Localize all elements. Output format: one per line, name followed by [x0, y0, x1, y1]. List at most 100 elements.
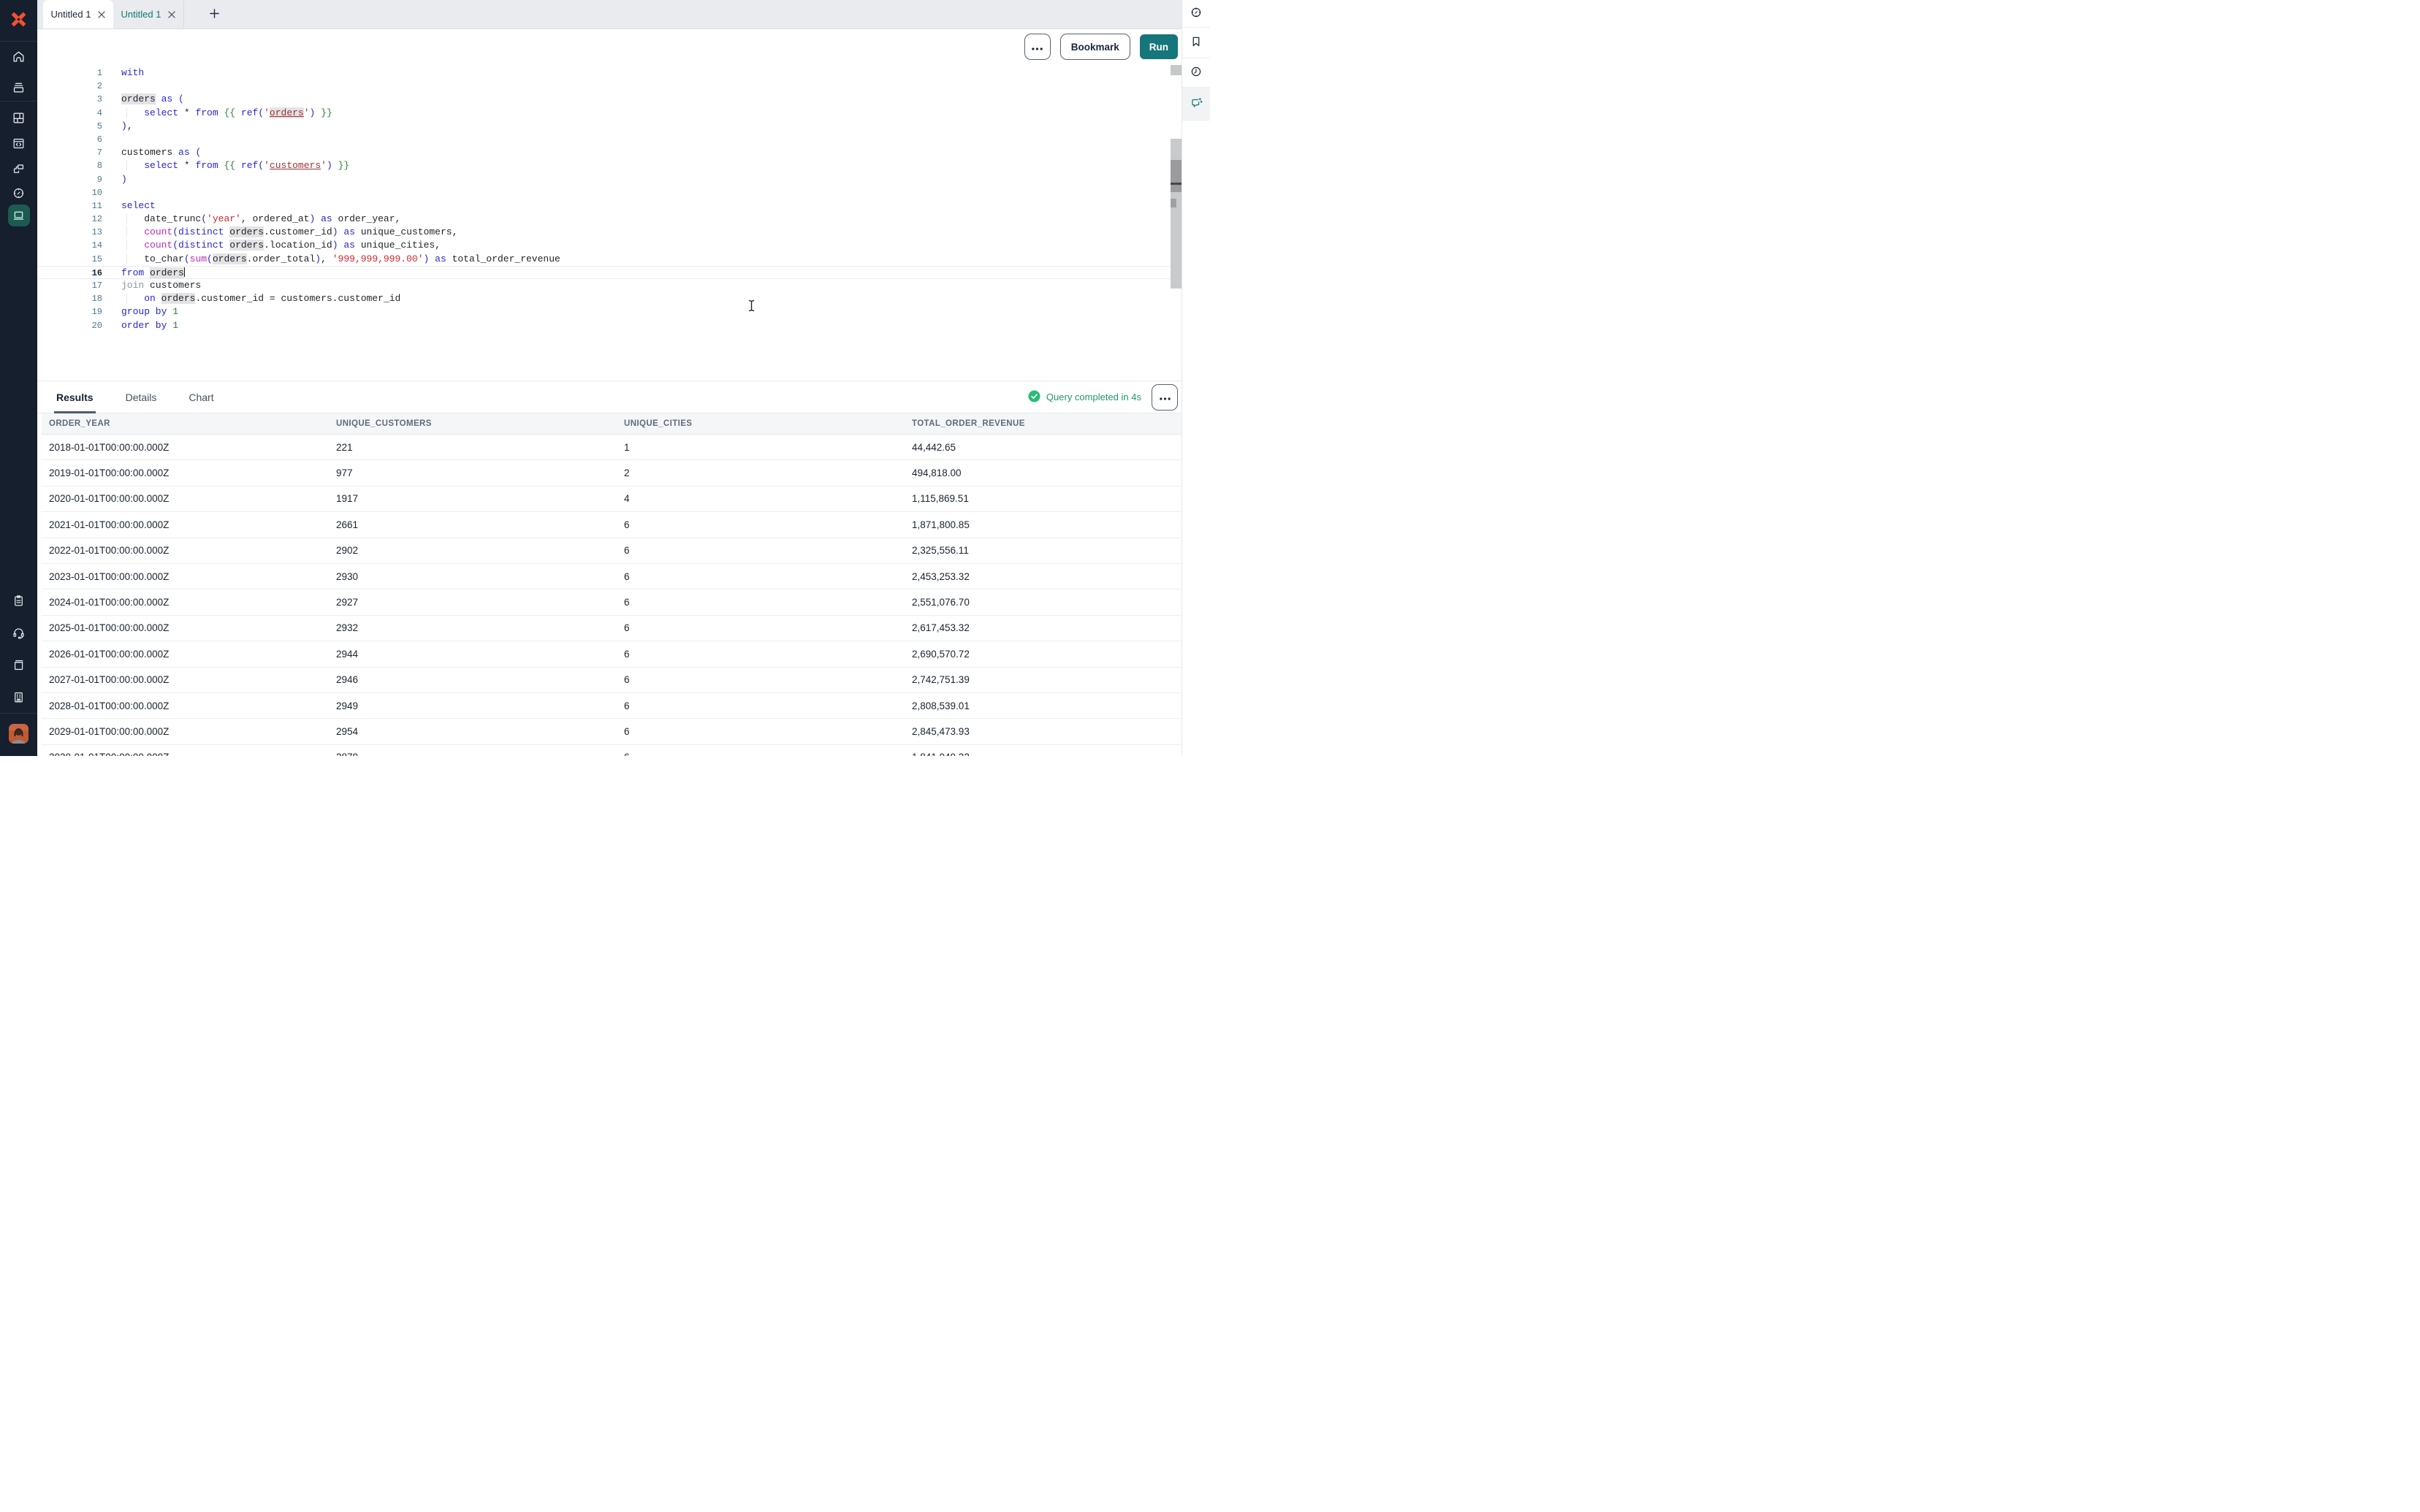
table-cell[interactable]: 2,742,751.39: [905, 674, 1182, 685]
code-line[interactable]: 20order by 1: [37, 319, 1182, 332]
sidebar-support-button[interactable]: [0, 620, 37, 645]
tab-untitled-1[interactable]: Untitled 1: [43, 0, 113, 28]
table-row[interactable]: 2026-01-01T00:00:00.000Z294462,690,570.7…: [42, 641, 1182, 667]
table-cell[interactable]: 2027-01-01T00:00:00.000Z: [42, 674, 329, 685]
explore-panel-button[interactable]: [1182, 0, 1210, 28]
table-cell[interactable]: 6: [617, 571, 905, 582]
table-row[interactable]: 2022-01-01T00:00:00.000Z290262,325,556.1…: [42, 538, 1182, 564]
table-cell[interactable]: 2025-01-01T00:00:00.000Z: [42, 622, 329, 633]
code-line[interactable]: 18 on orders.customer_id = customers.cus…: [37, 292, 1182, 305]
table-cell[interactable]: 44,442.65: [905, 442, 1182, 453]
table-row[interactable]: 2019-01-01T00:00:00.000Z9772494,818.00: [42, 460, 1182, 486]
table-cell[interactable]: 2930: [329, 571, 617, 582]
table-cell[interactable]: 6: [617, 519, 905, 530]
magic-comments-panel-button[interactable]: [1182, 88, 1210, 121]
sidebar-explore-button[interactable]: [0, 180, 37, 205]
table-row[interactable]: 2030-01-01T00:00:00.000Z287961,841,049.3…: [42, 745, 1182, 756]
code-line[interactable]: 13 count(distinct orders.customer_id) as…: [37, 226, 1182, 239]
table-cell[interactable]: 6: [617, 649, 905, 660]
table-row[interactable]: 2020-01-01T00:00:00.000Z191741,115,869.5…: [42, 486, 1182, 512]
more-options-button[interactable]: [1024, 34, 1051, 60]
table-row[interactable]: 2024-01-01T00:00:00.000Z292762,551,076.7…: [42, 589, 1182, 615]
editor-scrollbar[interactable]: [1171, 139, 1182, 289]
sidebar-components-button[interactable]: [0, 156, 37, 181]
history-panel-button[interactable]: [1182, 58, 1210, 88]
sidebar-workspace-button[interactable]: [0, 684, 37, 709]
column-header[interactable]: UNIQUE_CITIES: [617, 419, 905, 428]
code-line[interactable]: 2: [37, 80, 1182, 93]
code-line[interactable]: 19group by 1: [37, 305, 1182, 318]
table-cell[interactable]: 2: [617, 467, 905, 478]
table-row[interactable]: 2021-01-01T00:00:00.000Z266161,871,800.8…: [42, 512, 1182, 538]
table-cell[interactable]: 6: [617, 545, 905, 556]
table-cell[interactable]: 2,617,453.32: [905, 622, 1182, 633]
new-tab-button[interactable]: [203, 0, 225, 28]
code-line[interactable]: 4 select * from {{ ref('orders') }}: [37, 107, 1182, 120]
code-line[interactable]: 3orders as (: [37, 93, 1182, 106]
sidebar-notebook-button[interactable]: [0, 203, 37, 228]
table-cell[interactable]: 2030-01-01T00:00:00.000Z: [42, 752, 329, 756]
bookmarks-panel-button[interactable]: [1182, 28, 1210, 58]
scrollbar-thumb[interactable]: [1171, 160, 1182, 192]
table-cell[interactable]: 2,690,570.72: [905, 649, 1182, 660]
hex-logo[interactable]: [9, 9, 28, 29]
code-line[interactable]: 8 select * from {{ ref('customers') }}: [37, 159, 1182, 172]
table-cell[interactable]: 2661: [329, 519, 617, 530]
table-cell[interactable]: 2022-01-01T00:00:00.000Z: [42, 545, 329, 556]
code-line[interactable]: 1with: [37, 66, 1182, 80]
table-row[interactable]: 2023-01-01T00:00:00.000Z293062,453,253.3…: [42, 564, 1182, 589]
code-line[interactable]: 17join customers: [37, 279, 1182, 292]
table-row[interactable]: 2028-01-01T00:00:00.000Z294962,808,539.0…: [42, 693, 1182, 719]
table-cell[interactable]: 6: [617, 726, 905, 737]
close-icon[interactable]: [98, 11, 105, 18]
table-cell[interactable]: 6: [617, 622, 905, 633]
table-cell[interactable]: 2,453,253.32: [905, 571, 1182, 582]
table-cell[interactable]: 6: [617, 700, 905, 711]
sql-editor[interactable]: 1with23orders as (4 select * from {{ ref…: [37, 64, 1182, 381]
table-cell[interactable]: 1: [617, 442, 905, 453]
column-header[interactable]: ORDER_YEAR: [42, 419, 329, 428]
code-line[interactable]: 14 count(distinct orders.location_id) as…: [37, 239, 1182, 252]
table-row[interactable]: 2029-01-01T00:00:00.000Z295462,845,473.9…: [42, 719, 1182, 744]
table-cell[interactable]: 2,551,076.70: [905, 597, 1182, 608]
table-cell[interactable]: 2024-01-01T00:00:00.000Z: [42, 597, 329, 608]
sidebar-changelog-button[interactable]: [0, 588, 37, 613]
table-cell[interactable]: 977: [329, 467, 617, 478]
table-cell[interactable]: 2021-01-01T00:00:00.000Z: [42, 519, 329, 530]
table-cell[interactable]: 1,841,049.32: [905, 752, 1182, 756]
table-cell[interactable]: 1,115,869.51: [905, 493, 1182, 504]
table-cell[interactable]: 2927: [329, 597, 617, 608]
tab-chart[interactable]: Chart: [186, 381, 216, 413]
table-cell[interactable]: 2949: [329, 700, 617, 711]
table-cell[interactable]: 2029-01-01T00:00:00.000Z: [42, 726, 329, 737]
table-cell[interactable]: 6: [617, 752, 905, 756]
code-line[interactable]: 15 to_char(sum(orders.order_total), '999…: [37, 253, 1182, 266]
tab-results[interactable]: Results: [54, 381, 96, 413]
code-line[interactable]: 10: [37, 186, 1182, 199]
table-cell[interactable]: 2028-01-01T00:00:00.000Z: [42, 700, 329, 711]
table-cell[interactable]: 6: [617, 674, 905, 685]
column-header[interactable]: UNIQUE_CUSTOMERS: [329, 419, 617, 428]
table-cell[interactable]: 221: [329, 442, 617, 453]
table-row[interactable]: 2027-01-01T00:00:00.000Z294662,742,751.3…: [42, 668, 1182, 693]
table-cell[interactable]: 2932: [329, 622, 617, 633]
table-row[interactable]: 2025-01-01T00:00:00.000Z293262,617,453.3…: [42, 616, 1182, 641]
code-line[interactable]: 11select: [37, 199, 1182, 213]
code-line[interactable]: 5),: [37, 120, 1182, 133]
table-cell[interactable]: 2019-01-01T00:00:00.000Z: [42, 467, 329, 478]
bookmark-button[interactable]: Bookmark: [1060, 34, 1130, 60]
table-cell[interactable]: 2954: [329, 726, 617, 737]
table-cell[interactable]: 2018-01-01T00:00:00.000Z: [42, 442, 329, 453]
sidebar-code-apps-button[interactable]: [0, 131, 37, 156]
code-line[interactable]: 9): [37, 173, 1182, 186]
table-cell[interactable]: 2879: [329, 752, 617, 756]
results-more-button[interactable]: [1152, 384, 1178, 411]
table-cell[interactable]: 2023-01-01T00:00:00.000Z: [42, 571, 329, 582]
table-cell[interactable]: 6: [617, 597, 905, 608]
table-cell[interactable]: 2,808,539.01: [905, 700, 1182, 711]
table-cell[interactable]: 2902: [329, 545, 617, 556]
code-line[interactable]: 7customers as (: [37, 146, 1182, 159]
table-cell[interactable]: 494,818.00: [905, 467, 1182, 478]
table-cell[interactable]: 1,871,800.85: [905, 519, 1182, 530]
table-cell[interactable]: 2946: [329, 674, 617, 685]
